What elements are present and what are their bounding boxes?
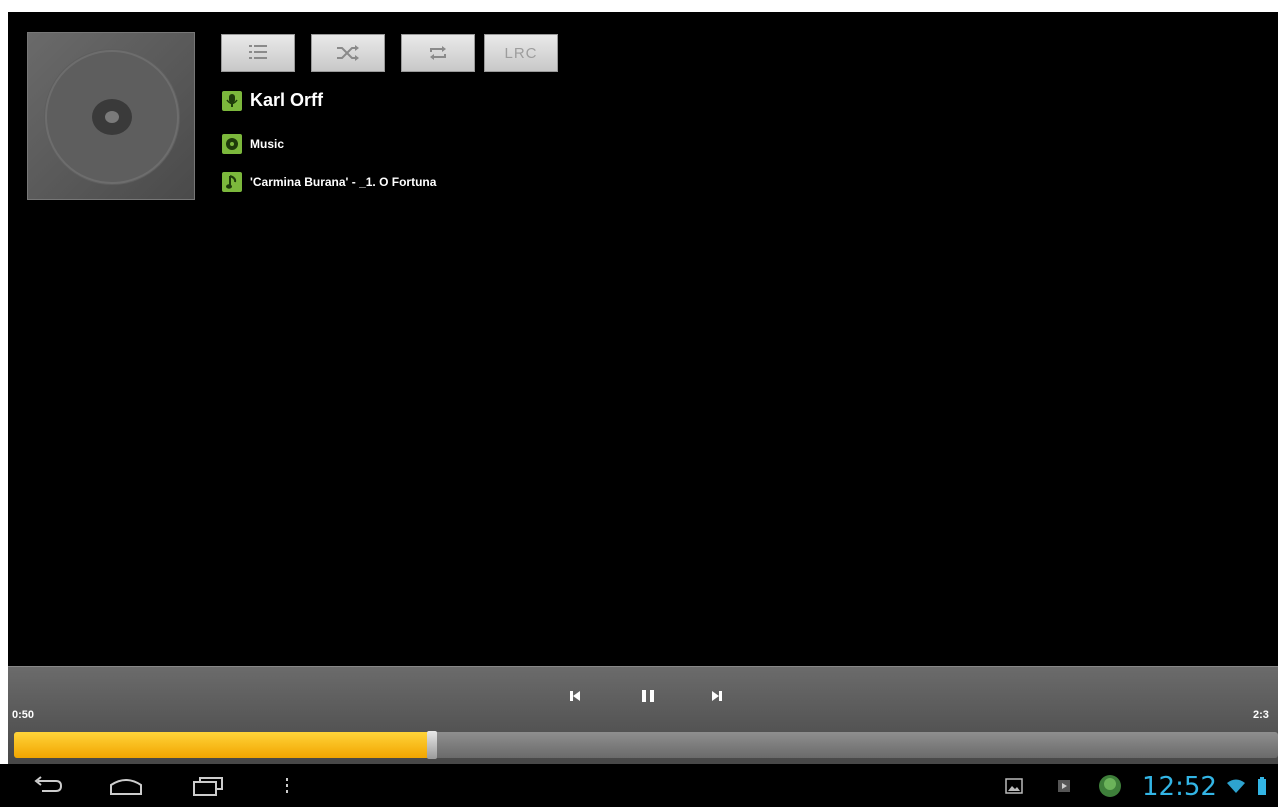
image-icon xyxy=(1005,778,1023,794)
shuffle-button[interactable] xyxy=(311,34,385,72)
repeat-button[interactable] xyxy=(401,34,475,72)
back-icon xyxy=(34,776,63,792)
seek-bar-thumb[interactable] xyxy=(427,731,437,759)
wifi-icon xyxy=(1227,779,1245,793)
seek-bar[interactable] xyxy=(14,731,1278,759)
lrc-button[interactable]: LRC xyxy=(484,34,558,72)
lrc-label: LRC xyxy=(504,44,538,62)
wifi-status xyxy=(1224,770,1248,802)
previous-button[interactable] xyxy=(563,684,587,708)
battery-status xyxy=(1254,770,1270,802)
play-notification-icon xyxy=(1058,780,1070,792)
menu-button[interactable] xyxy=(280,770,294,802)
elapsed-time: 0:50 xyxy=(12,709,35,721)
recent-apps-button[interactable] xyxy=(186,770,230,802)
shuffle-icon xyxy=(337,45,359,61)
microphone-icon xyxy=(222,90,242,111)
gallery-notification[interactable] xyxy=(1002,770,1026,802)
pause-icon xyxy=(642,690,654,702)
pause-button[interactable] xyxy=(636,684,660,708)
battery-icon xyxy=(1258,777,1266,795)
playlist-icon xyxy=(249,45,267,59)
track-row: 'Carmina Burana' - _1. O Fortuna xyxy=(222,172,436,192)
app-notification[interactable] xyxy=(1095,770,1125,802)
home-button[interactable] xyxy=(104,770,148,802)
shield-icon xyxy=(1099,775,1121,797)
total-time: 2:3 xyxy=(1253,709,1269,721)
previous-icon xyxy=(570,691,580,701)
media-notification[interactable] xyxy=(1052,770,1076,802)
album-row: Music xyxy=(222,134,284,154)
back-button[interactable] xyxy=(28,770,68,802)
artist-name: Karl Orff xyxy=(250,90,324,110)
screen-border-top xyxy=(0,0,1278,12)
music-note-icon xyxy=(222,172,242,192)
seek-bar-progress xyxy=(14,732,431,758)
track-title: 'Carmina Burana' - _1. O Fortuna xyxy=(250,175,437,189)
disc-icon xyxy=(44,49,180,185)
album-art xyxy=(27,32,195,200)
screen-border-left xyxy=(0,0,8,807)
album-name: Music xyxy=(250,137,285,151)
playlist-button[interactable] xyxy=(221,34,295,72)
overflow-menu-icon xyxy=(286,778,288,793)
album-icon xyxy=(222,134,242,154)
status-clock: 12:52 xyxy=(1142,772,1217,802)
repeat-icon xyxy=(430,46,446,60)
recent-apps-icon xyxy=(193,777,223,796)
home-icon xyxy=(110,779,142,795)
next-icon xyxy=(712,691,722,701)
next-button[interactable] xyxy=(705,684,729,708)
artist-row: Karl Orff xyxy=(222,90,323,111)
